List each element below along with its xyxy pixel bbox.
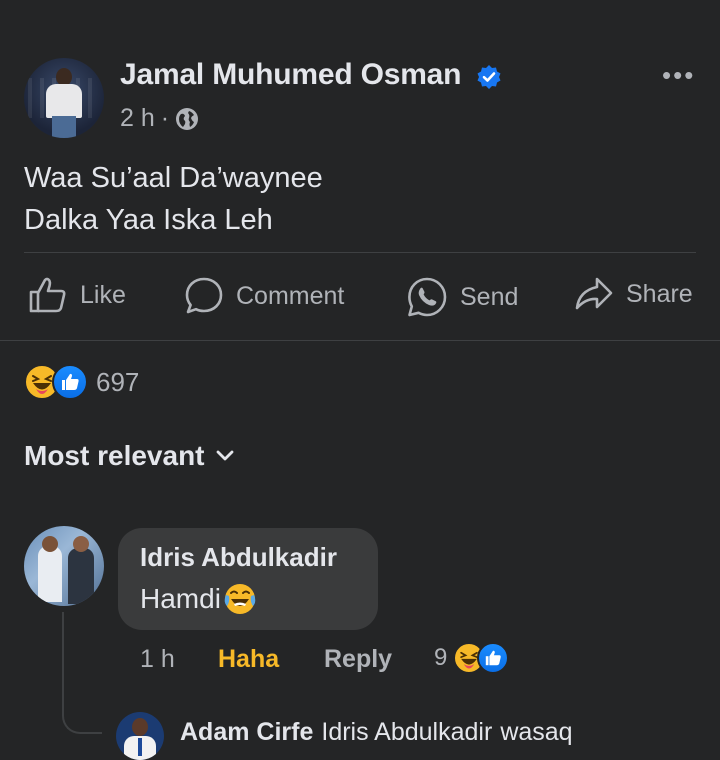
globe-icon	[176, 107, 199, 130]
comment-label: Comment	[236, 281, 345, 310]
reply-mention[interactable]: Idris Abdulkadir	[321, 718, 492, 747]
comment-sort-dropdown[interactable]: Most relevant	[24, 440, 235, 472]
whatsapp-icon	[408, 277, 447, 317]
share-button[interactable]: Share	[574, 276, 693, 312]
sort-label: Most relevant	[24, 440, 205, 471]
post-text: Waa Su’aal Da’waynee Dalka Yaa Iska Leh	[24, 157, 323, 241]
like-reaction-icon	[477, 642, 510, 674]
post-text-line: Waa Su’aal Da’waynee	[24, 162, 323, 194]
chevron-down-icon	[216, 450, 233, 461]
comment-time[interactable]: 1 h	[140, 645, 175, 674]
like-label: Like	[80, 280, 126, 309]
send-button[interactable]: Send	[406, 276, 518, 318]
tears-of-joy-emoji-icon	[224, 584, 256, 614]
meta-separator: ·	[160, 104, 170, 132]
comment-button[interactable]: Comment	[184, 276, 344, 316]
send-label: Send	[460, 282, 519, 311]
comment-reply-button[interactable]: Reply	[324, 645, 392, 674]
comment-haha-button[interactable]: Haha	[218, 645, 279, 674]
reply-text: wasaq	[500, 718, 573, 746]
post-meta: 2 h ·	[120, 104, 199, 133]
more-options-icon[interactable]: •••	[662, 60, 695, 91]
verified-badge-icon	[477, 65, 501, 89]
thumbs-up-icon	[29, 277, 66, 313]
reply-preview[interactable]: Adam Cirfe Idris Abdulkadir wasaq	[180, 718, 573, 747]
post-text-line: Dalka Yaa Iska Leh	[24, 204, 273, 236]
reaction-summary[interactable]: 697	[24, 364, 139, 400]
comment-reaction-count: 9	[434, 644, 448, 671]
post-author-name[interactable]: Jamal Muhumed Osman	[120, 58, 461, 92]
comment-text-content: Hamdi	[140, 583, 221, 614]
reaction-count: 697	[96, 366, 140, 397]
reply-author[interactable]: Adam Cirfe	[180, 718, 313, 747]
comment-reaction-summary[interactable]: 9	[434, 642, 510, 674]
share-label: Share	[626, 279, 693, 308]
comment-author[interactable]: Idris Abdulkadir	[140, 542, 337, 573]
comment-bubble-icon	[185, 277, 223, 314]
commenter-avatar[interactable]	[24, 526, 104, 606]
thread-connector-line	[62, 612, 102, 734]
author-avatar[interactable]	[24, 58, 104, 138]
post-time[interactable]: 2 h	[120, 104, 155, 133]
comment-text: Hamdi	[140, 582, 257, 616]
divider	[24, 252, 696, 253]
divider	[0, 340, 720, 341]
like-reaction-icon	[52, 364, 88, 400]
like-button[interactable]: Like	[28, 276, 126, 314]
replier-avatar[interactable]	[116, 712, 164, 760]
share-arrow-icon	[575, 277, 613, 310]
